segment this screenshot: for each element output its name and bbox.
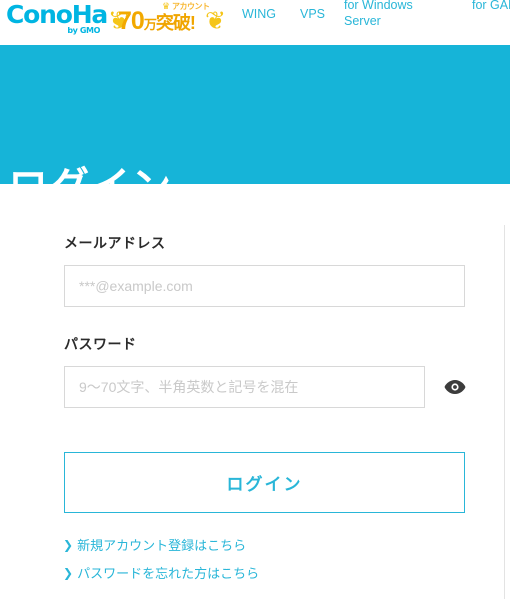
signup-link[interactable]: ❯ 新規アカウント登録はこちら (63, 537, 246, 554)
badge-number: 70 (118, 7, 145, 35)
signup-link-label: 新規アカウント登録はこちら (77, 538, 247, 553)
badge-unit: 万 (143, 17, 157, 32)
password-label: パスワード (64, 336, 137, 352)
primary-nav: WING VPS for Windows Server for GAME (236, 0, 510, 45)
password-input[interactable] (64, 366, 425, 408)
chevron-right-icon: ❯ (63, 566, 74, 580)
chevron-right-icon: ❯ (63, 538, 74, 552)
site-header: ConoHa by GMO ❦ ❦ ♛ アカウント 70万突破! WING VP… (0, 0, 510, 45)
nav-item-wing[interactable]: WING (242, 6, 276, 22)
hero-banner: ログイン (0, 45, 510, 209)
forgot-password-link-label: パスワードを忘れた方はこちら (77, 566, 260, 581)
conoha-logo[interactable]: ConoHa by GMO (6, 0, 108, 40)
login-submit-button[interactable]: ログイン (64, 452, 465, 513)
logo-wordmark: ConoHa (6, 0, 108, 29)
eye-icon (444, 380, 466, 394)
badge-kanji: 突破! (155, 13, 196, 33)
account-milestone-badge: ❦ ❦ ♛ アカウント 70万突破! (108, 1, 226, 41)
toggle-password-visibility-button[interactable] (443, 377, 467, 397)
nav-item-windows-server[interactable]: for Windows Server (344, 0, 444, 29)
forgot-password-link[interactable]: ❯ パスワードを忘れた方はこちら (63, 565, 259, 582)
nav-item-vps[interactable]: VPS (300, 6, 325, 22)
email-label: メールアドレス (64, 235, 166, 251)
badge-main-text: 70万突破! (118, 7, 196, 38)
nav-item-game[interactable]: for GAME (472, 0, 510, 13)
laurel-right-icon: ❦ (205, 6, 226, 35)
login-form: メールアドレス パスワード ログイン ❯ 新規アカウント登録はこちら ❯ パスワ… (0, 184, 510, 599)
email-input[interactable] (64, 265, 465, 307)
